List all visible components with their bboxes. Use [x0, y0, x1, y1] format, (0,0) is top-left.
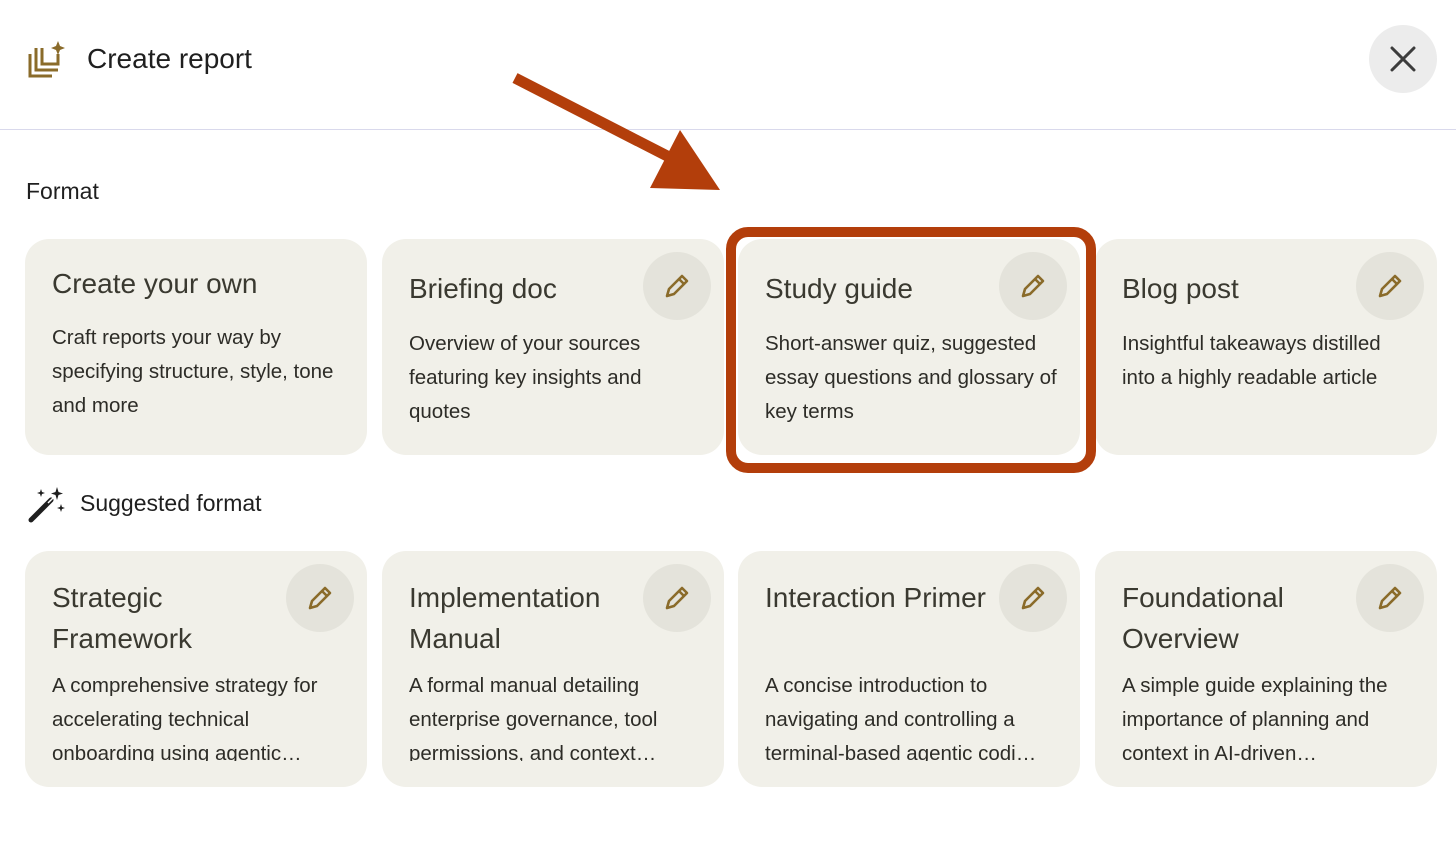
- close-icon: [1390, 46, 1416, 72]
- card-title: Strategic Framework: [52, 582, 193, 654]
- suggested-card-implementation-manual[interactable]: Implementation Manual A formal manual de…: [382, 551, 724, 787]
- card-title: Foundational Overview: [1122, 582, 1284, 654]
- report-sparkle-icon: [28, 41, 65, 78]
- card-description: Craft reports your way by specifying str…: [52, 326, 334, 417]
- card-title: Study guide: [765, 273, 913, 304]
- card-description: A simple guide explaining the importance…: [1122, 674, 1388, 761]
- format-card-blog-post[interactable]: Blog post Insightful takeaways distilled…: [1095, 239, 1437, 455]
- card-description: Overview of your sources featuring key i…: [409, 332, 642, 423]
- edit-button[interactable]: [1356, 564, 1424, 632]
- pencil-icon: [1378, 586, 1402, 610]
- card-description: A formal manual detailing enterprise gov…: [409, 674, 658, 761]
- suggested-section-title: Suggested format: [80, 490, 262, 516]
- annotation-arrow-icon: [512, 73, 720, 190]
- card-description: Insightful takeaways distilled into a hi…: [1122, 332, 1381, 389]
- pencil-icon: [1021, 274, 1045, 298]
- edit-button[interactable]: [999, 252, 1067, 320]
- pencil-icon: [1378, 274, 1402, 298]
- format-card-study-guide[interactable]: Study guide Short-answer quiz, suggested…: [738, 239, 1080, 455]
- card-title: Implementation Manual: [409, 582, 601, 654]
- edit-button[interactable]: [643, 564, 711, 632]
- suggested-card-foundational-overview[interactable]: Foundational Overview A simple guide exp…: [1095, 551, 1437, 787]
- card-description: A comprehensive strategy for acceleratin…: [52, 674, 318, 761]
- pencil-icon: [1021, 586, 1045, 610]
- card-title: Briefing doc: [409, 273, 557, 304]
- dialog-title: Create report: [87, 43, 252, 74]
- format-card-briefing-doc[interactable]: Briefing doc Overview of your sources fe…: [382, 239, 724, 455]
- edit-button[interactable]: [643, 252, 711, 320]
- format-card-create-your-own[interactable]: Create your own Craft reports your way b…: [25, 239, 367, 455]
- format-section-title: Format: [26, 178, 99, 204]
- card-description: A concise introduction to navigating and…: [765, 674, 1037, 761]
- close-button[interactable]: [1369, 25, 1437, 93]
- pencil-icon: [665, 586, 689, 610]
- pencil-icon: [665, 274, 689, 298]
- magic-wand-icon: [28, 487, 65, 523]
- card-title: Blog post: [1122, 273, 1239, 304]
- card-title: Create your own: [52, 268, 258, 299]
- suggested-card-interaction-primer[interactable]: Interaction Primer A concise introductio…: [738, 551, 1080, 787]
- edit-button[interactable]: [999, 564, 1067, 632]
- card-description: Short-answer quiz, suggested essay quest…: [765, 332, 1057, 423]
- edit-button[interactable]: [1356, 252, 1424, 320]
- suggested-card-strategic-framework[interactable]: Strategic Framework A comprehensive stra…: [25, 551, 367, 787]
- card-title: Interaction Primer: [765, 582, 986, 613]
- pencil-icon: [308, 586, 332, 610]
- edit-button[interactable]: [286, 564, 354, 632]
